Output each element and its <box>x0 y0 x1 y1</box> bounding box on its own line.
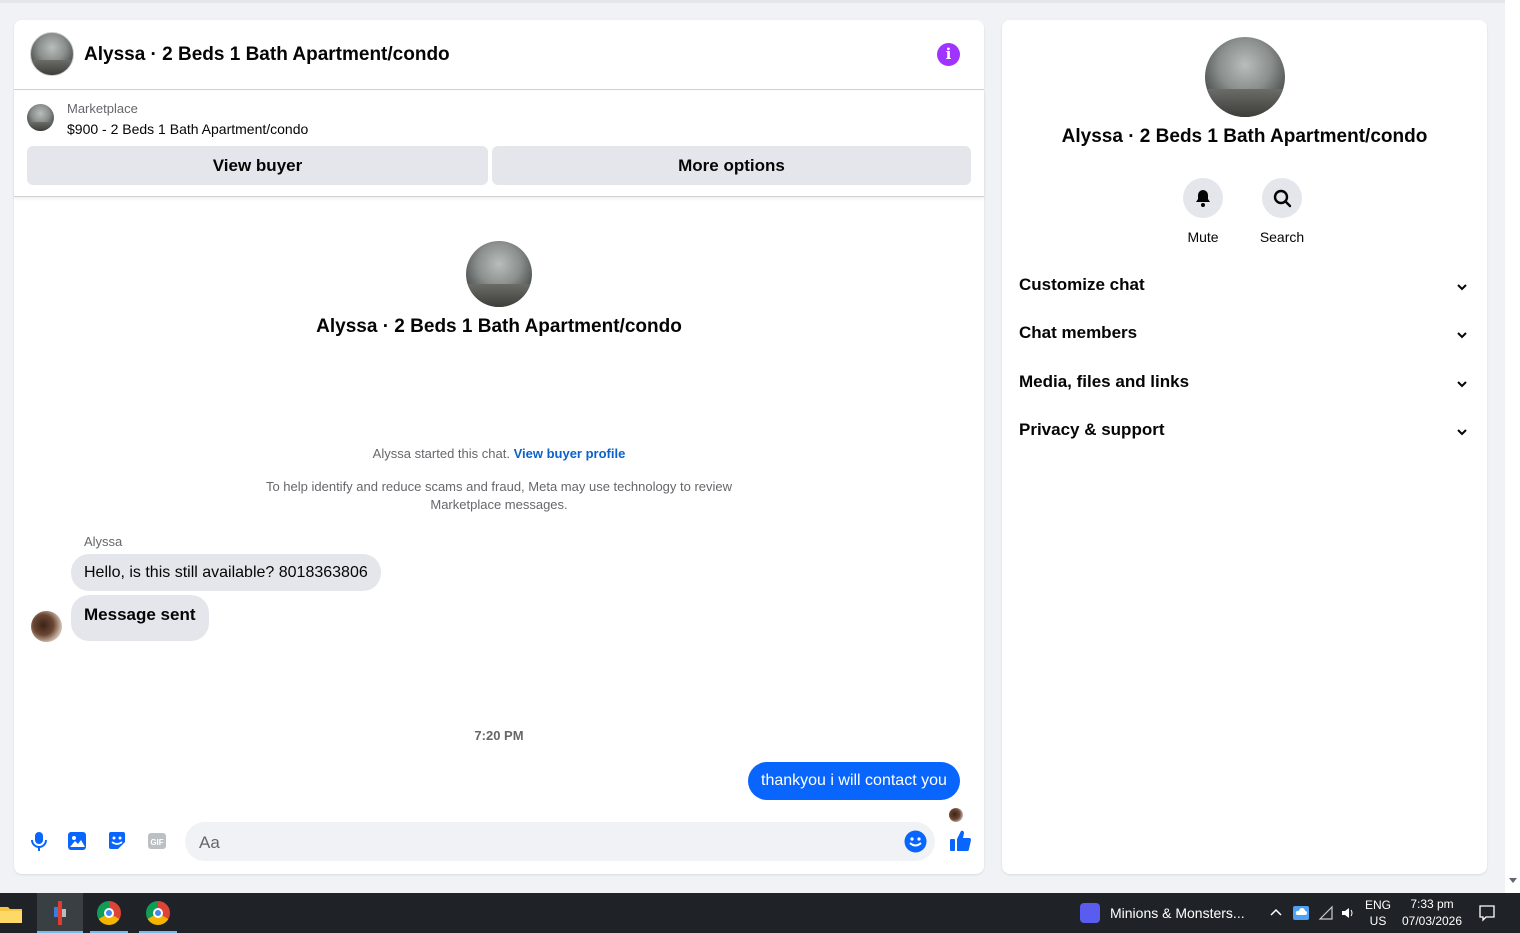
chrome-icon[interactable] <box>146 901 170 925</box>
message-input-placeholder: Aa <box>199 833 220 852</box>
sticker-icon[interactable] <box>106 830 128 852</box>
taskbar: Minions & Monsters... ENG US 7:33 pm 07/… <box>0 893 1520 933</box>
wifi-icon[interactable] <box>1318 905 1334 921</box>
marketplace-label: Marketplace <box>67 101 138 116</box>
chevron-down-icon <box>1457 381 1467 388</box>
clock-date[interactable]: 07/03/2026 <box>1398 914 1466 928</box>
mute-button[interactable] <box>1183 178 1223 218</box>
section-customize-chat[interactable]: Customize chat <box>1019 271 1474 301</box>
section-label: Privacy & support <box>1019 420 1165 439</box>
scam-disclaimer: To help identify and reduce scams and fr… <box>265 479 733 512</box>
message-timestamp: 7:20 PM <box>474 728 524 743</box>
emoji-icon[interactable] <box>904 830 927 853</box>
info-icon[interactable]: i <box>937 43 960 66</box>
language-indicator[interactable]: ENG <box>1364 898 1392 912</box>
file-explorer-icon[interactable] <box>0 903 22 923</box>
section-label: Chat members <box>1019 323 1138 342</box>
chat-title[interactable]: Alyssa · 2 Beds 1 Bath Apartment/condo <box>84 44 450 66</box>
header-avatar[interactable] <box>30 32 74 76</box>
chevron-down-icon <box>1457 284 1467 291</box>
microphone-icon[interactable] <box>28 830 50 852</box>
more-options-button[interactable]: More options <box>492 146 971 185</box>
section-label: Customize chat <box>1019 275 1145 294</box>
chat-panel: Alyssa · 2 Beds 1 Bath Apartment/condo i… <box>14 20 984 874</box>
volume-icon[interactable] <box>1340 905 1356 921</box>
section-media-files-links[interactable]: Media, files and links <box>1019 368 1474 398</box>
sender-avatar[interactable] <box>31 611 62 642</box>
section-privacy-support[interactable]: Privacy & support <box>1019 416 1474 446</box>
media-player-icon[interactable] <box>1080 903 1100 923</box>
search-icon <box>1273 189 1292 208</box>
clock-time[interactable]: 7:33 pm <box>1400 897 1464 911</box>
svg-text:GIF: GIF <box>150 838 163 847</box>
notifications-icon[interactable] <box>1478 904 1496 922</box>
chevron-down-icon <box>1457 429 1467 436</box>
sender-name: Alyssa <box>84 534 123 549</box>
view-buyer-button[interactable]: View buyer <box>27 146 488 185</box>
incoming-message[interactable]: Hello, is this still available? 80183638… <box>71 554 381 591</box>
search-label: Search <box>1259 229 1305 245</box>
media-title[interactable]: Minions & Monsters... <box>1110 905 1245 921</box>
profile-avatar[interactable] <box>1205 37 1285 117</box>
chat-started-notice: Alyssa started this chat. View buyer pro… <box>14 446 984 461</box>
region-indicator[interactable]: US <box>1364 914 1392 928</box>
conversation-avatar <box>466 241 532 307</box>
section-chat-members[interactable]: Chat members <box>1019 319 1474 349</box>
conversation-title: Alyssa · 2 Beds 1 Bath Apartment/condo <box>316 316 682 337</box>
chat-header: Alyssa · 2 Beds 1 Bath Apartment/condo i <box>14 20 984 90</box>
chevron-down-icon <box>1457 332 1467 339</box>
mute-label: Mute <box>1187 229 1219 245</box>
cloud-icon[interactable] <box>1292 905 1310 921</box>
top-border <box>0 0 1505 3</box>
gif-icon[interactable]: GIF <box>146 830 168 852</box>
bell-icon <box>1196 190 1210 207</box>
chrome-icon[interactable] <box>97 901 121 925</box>
listing-thumbnail[interactable] <box>27 104 54 131</box>
seen-indicator-avatar <box>949 808 963 822</box>
incoming-message[interactable]: Message sent <box>71 595 209 641</box>
marketplace-section: Marketplace $900 - 2 Beds 1 Bath Apartme… <box>14 91 984 197</box>
section-label: Media, files and links <box>1019 372 1190 391</box>
conversation-info-panel: Alyssa · 2 Beds 1 Bath Apartment/condo M… <box>1002 20 1487 874</box>
started-text: Alyssa started this chat. <box>372 446 510 461</box>
chevron-up-icon[interactable] <box>1270 907 1282 917</box>
scroll-down-arrow-icon[interactable] <box>1509 878 1517 883</box>
listing-title[interactable]: $900 - 2 Beds 1 Bath Apartment/condo <box>67 121 308 137</box>
page-scrollbar[interactable] <box>1505 0 1520 893</box>
profile-title: Alyssa · 2 Beds 1 Bath Apartment/condo <box>1061 126 1428 147</box>
message-input[interactable]: Aa <box>185 822 935 861</box>
mute-action[interactable]: Mute <box>1163 178 1243 245</box>
outgoing-message[interactable]: thankyou i will contact you <box>748 762 960 800</box>
thumbs-up-icon[interactable] <box>948 829 972 853</box>
view-buyer-profile-link[interactable]: View buyer profile <box>514 446 626 461</box>
image-icon[interactable] <box>66 830 88 852</box>
search-button[interactable] <box>1262 178 1302 218</box>
taskbar-app-active[interactable] <box>37 893 83 933</box>
app-icon <box>54 901 66 925</box>
search-action[interactable]: Search <box>1242 178 1322 245</box>
